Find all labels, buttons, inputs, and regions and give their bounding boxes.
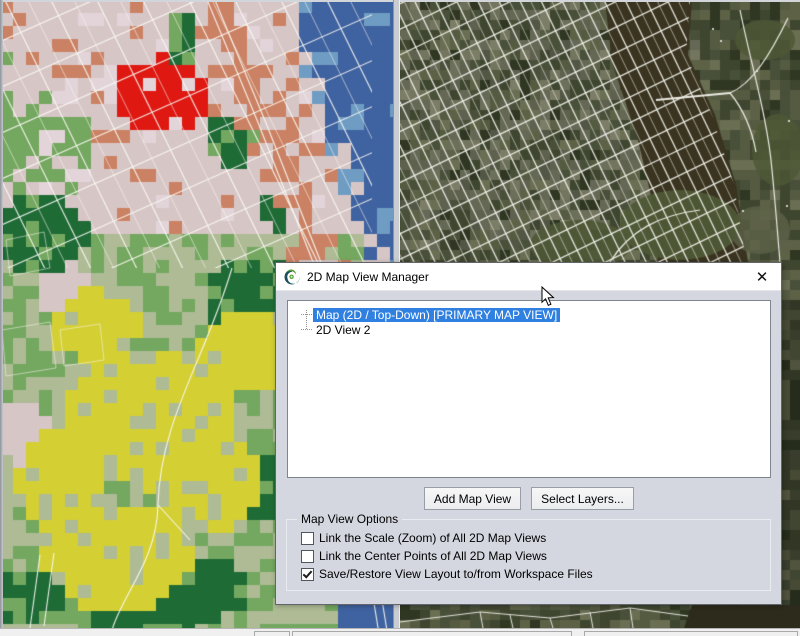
status-bar-panel (584, 631, 798, 636)
link-center-points-option[interactable]: Link the Center Points of All 2D Map Vie… (301, 548, 547, 564)
view-list-item-label[interactable]: Map (2D / Top-Down) [PRIMARY MAP VIEW] (313, 308, 560, 322)
map-view-options-group: Map View Options Link the Scale (Zoom) o… (286, 519, 771, 591)
view-list-item-label[interactable]: 2D View 2 (313, 323, 373, 337)
panel-left-frame (0, 0, 3, 628)
checkbox-label: Link the Center Points of All 2D Map Vie… (319, 549, 547, 563)
map-view-manager-dialog: 2D Map View Manager ✕ Map (2D / Top-Down… (275, 262, 782, 605)
link-scale-option[interactable]: Link the Scale (Zoom) of All 2D Map View… (301, 530, 546, 546)
checkbox[interactable] (301, 568, 314, 581)
view-list-item-primary[interactable]: Map (2D / Top-Down) [PRIMARY MAP VIEW] (288, 307, 770, 322)
tree-connector (301, 314, 312, 315)
close-icon[interactable]: ✕ (743, 264, 781, 290)
checkbox[interactable] (301, 550, 314, 563)
view-list-item-2d-view-2[interactable]: 2D View 2 (288, 322, 770, 337)
global-mapper-logo-icon (284, 269, 300, 285)
mouse-cursor-icon (541, 286, 555, 307)
dialog-title-bar[interactable]: 2D Map View Manager ✕ (276, 263, 781, 291)
status-bar-panel (254, 631, 290, 636)
group-label: Map View Options (297, 512, 402, 526)
select-layers-button[interactable]: Select Layers... (531, 487, 634, 510)
status-bar-panel (292, 631, 572, 636)
dialog-title: 2D Map View Manager (307, 270, 429, 284)
save-restore-layout-option[interactable]: Save/Restore View Layout to/from Workspa… (301, 566, 593, 582)
checkbox[interactable] (301, 532, 314, 545)
map-view-list[interactable]: Map (2D / Top-Down) [PRIMARY MAP VIEW] 2… (287, 300, 771, 478)
tree-connector (301, 329, 312, 330)
checkbox-label: Save/Restore View Layout to/from Workspa… (319, 567, 593, 581)
checkbox-label: Link the Scale (Zoom) of All 2D Map View… (319, 531, 546, 545)
add-map-view-button[interactable]: Add Map View (424, 487, 521, 510)
panel-top-frame (0, 0, 800, 2)
